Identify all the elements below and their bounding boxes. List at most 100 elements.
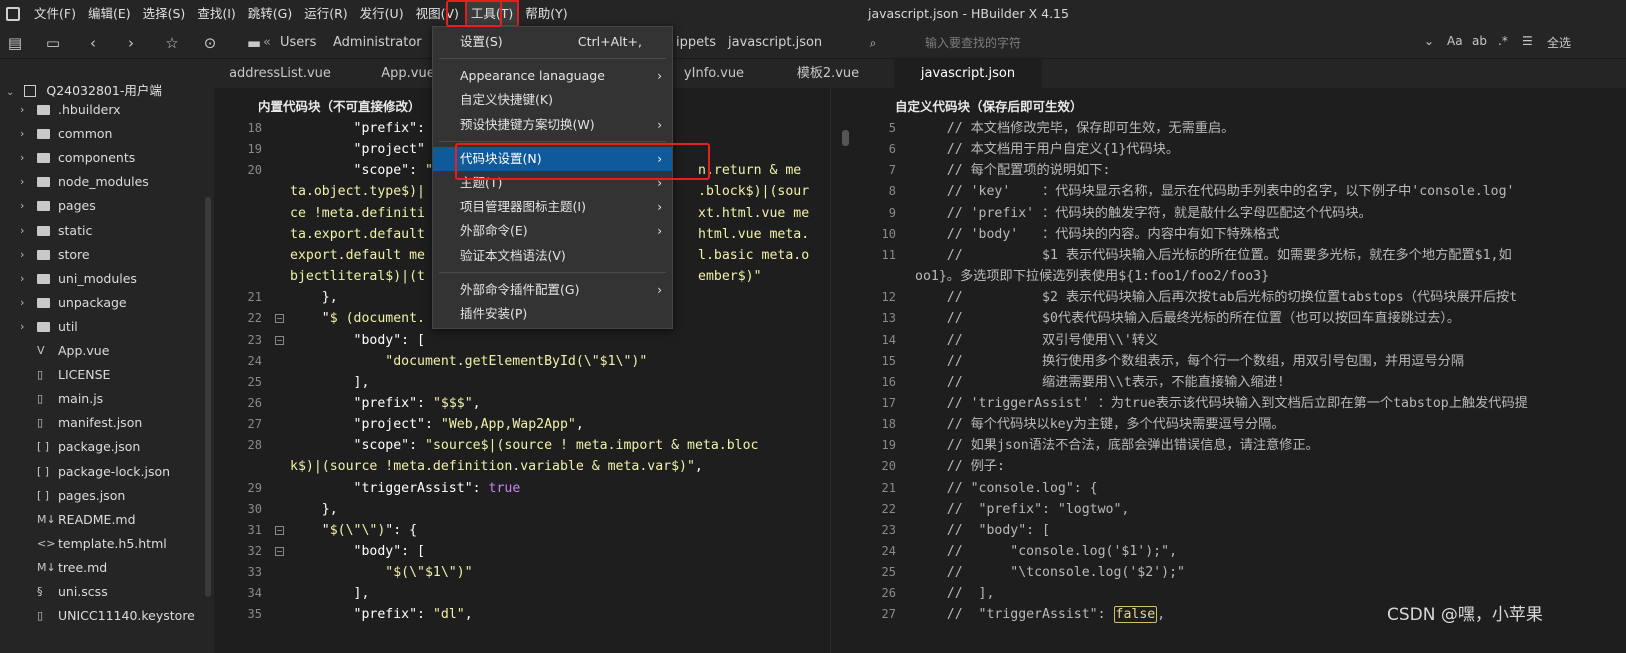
select-all-button[interactable]: 全选 xyxy=(1547,34,1571,51)
chevron-right-icon[interactable]: › xyxy=(20,219,24,243)
fold-toggle-icon[interactable]: − xyxy=(275,335,284,345)
tree-item[interactable]: V App.vue xyxy=(0,339,214,363)
project-name: Q24032801-用户端 xyxy=(46,83,162,98)
menu-3[interactable]: 查找(I) xyxy=(191,0,241,27)
tools-menu-item[interactable]: 设置(S) Ctrl+Alt+, xyxy=(433,30,672,54)
line-number: 27 xyxy=(881,607,896,622)
tree-item[interactable]: › node_modules xyxy=(0,170,214,194)
tree-item[interactable]: ▯ main.js xyxy=(0,387,214,411)
bookmark-star-icon[interactable]: ☆ xyxy=(163,34,181,52)
chevron-right-icon[interactable]: › xyxy=(20,170,24,194)
comment-text: // 'triggerAssist' ：为true表示该代码块输入到文档后立即在… xyxy=(915,395,1528,411)
regex-icon[interactable]: .* xyxy=(1498,34,1508,48)
tree-item[interactable]: › pages xyxy=(0,194,214,218)
fold-toggle-icon[interactable]: − xyxy=(275,525,284,535)
tab-javascript-json[interactable]: javascript.json xyxy=(894,59,1042,88)
breadcrumb-users[interactable]: Users xyxy=(280,35,316,50)
tools-menu-item[interactable]: 外部命令插件配置(G) › xyxy=(433,278,672,302)
whole-word-icon[interactable]: ab xyxy=(1472,34,1487,48)
code-token: $(\"\") xyxy=(329,522,386,538)
menu-1[interactable]: 编辑(E) xyxy=(82,0,137,27)
tools-menu-item[interactable]: 验证本文档语法(V) xyxy=(433,244,672,268)
annotation-box-tools xyxy=(446,0,502,27)
forward-icon[interactable]: › xyxy=(122,34,140,52)
annotation-box-snippets xyxy=(455,143,710,180)
code-token: " xyxy=(290,163,362,179)
tree-item[interactable]: M↓ README.md xyxy=(0,508,214,532)
menu-2[interactable]: 选择(S) xyxy=(137,0,192,27)
tools-menu-item[interactable]: 外部命令(E) › xyxy=(433,219,672,243)
line-number: 30 xyxy=(247,501,262,516)
tools-menu-item[interactable]: 自定义快捷键(K) xyxy=(433,88,672,112)
tree-item[interactable]: § uni.scss xyxy=(0,580,214,604)
tree-item[interactable]: [ ] package-lock.json xyxy=(0,460,214,484)
comment-line: // 如果json语法不合法，底部会弹出错误信息，请注意修正。 xyxy=(915,435,1319,456)
chevron-right-icon[interactable]: › xyxy=(20,98,24,122)
md-file-icon: M↓ xyxy=(37,560,56,574)
tree-item[interactable]: [ ] package.json xyxy=(0,435,214,459)
tree-item[interactable]: ▯ manifest.json xyxy=(0,411,214,435)
breadcrumb-file[interactable]: javascript.json xyxy=(728,35,822,50)
tree-item[interactable]: › util xyxy=(0,315,214,339)
tab-template2[interactable]: 模板2.vue xyxy=(762,59,894,88)
back-icon[interactable]: ‹ xyxy=(84,34,102,52)
new-file-icon[interactable]: ▤ xyxy=(6,34,24,52)
sidebar-scrollbar[interactable] xyxy=(205,197,211,597)
code-fragment: html.vue meta. xyxy=(698,226,810,242)
tree-item[interactable]: ▯ LICENSE xyxy=(0,363,214,387)
run-icon[interactable]: ⊙ xyxy=(201,34,219,52)
tree-item-label: UNICC11140.keystore xyxy=(58,608,195,624)
tree-item[interactable]: › uni_modules xyxy=(0,267,214,291)
menu-5[interactable]: 运行(R) xyxy=(298,0,353,27)
fold-toggle-icon[interactable]: − xyxy=(275,314,284,324)
tree-item-label: App.vue xyxy=(58,343,110,358)
save-icon[interactable]: ▭ xyxy=(44,34,62,52)
tree-item[interactable]: › common xyxy=(0,122,214,146)
code-line: "prefix": "$$$", xyxy=(290,393,481,414)
fold-toggle-icon[interactable]: − xyxy=(275,547,284,556)
tree-item[interactable]: › store xyxy=(0,243,214,267)
match-case-toggle[interactable]: Aa xyxy=(1447,34,1463,48)
chevron-right-icon[interactable]: › xyxy=(20,243,24,267)
search-input[interactable]: 输入要查找的字符 xyxy=(893,31,1493,55)
chevron-right-icon[interactable]: › xyxy=(20,194,24,218)
tree-item[interactable]: M↓ tree.md xyxy=(0,556,214,580)
left-editor-scrollbar[interactable] xyxy=(842,130,849,146)
line-number: 27 xyxy=(247,417,262,432)
menu-6[interactable]: 发行(U) xyxy=(354,0,410,27)
comment-line: // $1 表示代码块输入后光标的所在位置。如需要多光标，就在多个地方配置$1,… xyxy=(915,245,1512,266)
tree-item[interactable]: › static xyxy=(0,219,214,243)
breadcrumb-administrator[interactable]: Administrator xyxy=(333,35,422,50)
tools-menu-item[interactable]: 插件安装(P) xyxy=(433,302,672,326)
code-token: "document.getElementById(\"$1\")" xyxy=(290,353,648,369)
code-token: " xyxy=(290,121,362,136)
custom-panel-title: 自定义代码块（保存后即可生效） xyxy=(895,99,1083,114)
chevron-right-icon[interactable]: › xyxy=(20,122,24,146)
comment-line: // 缩进需要用\\t表示，不能直接输入缩进! xyxy=(915,372,1285,393)
tree-item[interactable]: › components xyxy=(0,146,214,170)
comment-line: // "console.log('$1');", xyxy=(915,541,1177,562)
tree-item[interactable]: [ ] pages.json xyxy=(0,484,214,508)
tools-menu-item[interactable]: Appearance lanaguage › xyxy=(433,64,672,88)
tab-addresslist[interactable]: addressList.vue xyxy=(214,59,346,88)
menu-0[interactable]: 文件(F) xyxy=(28,0,82,27)
tree-item[interactable]: <> template.h5.html xyxy=(0,532,214,556)
menu-9[interactable]: 帮助(Y) xyxy=(519,0,573,27)
chevron-right-icon[interactable]: › xyxy=(20,146,24,170)
breadcrumb-snippets[interactable]: ippets xyxy=(676,35,716,50)
chevron-right-icon[interactable]: › xyxy=(20,315,24,339)
chevron-down-icon[interactable]: ⌄ xyxy=(1424,34,1434,48)
tree-item[interactable]: ▯ UNICC11140.keystore xyxy=(0,604,214,628)
code-token: , xyxy=(464,607,473,623)
menu-4[interactable]: 跳转(G) xyxy=(242,0,298,27)
line-number: 8 xyxy=(888,184,896,199)
tree-item-label: unpackage xyxy=(58,294,127,310)
tree-item[interactable]: › .hbuilderx xyxy=(0,98,214,122)
list-icon[interactable]: ☰ xyxy=(1522,34,1533,48)
comment-text: // 'prefix' ：代码块的触发字符，就是敲什么字母匹配这个代码块。 xyxy=(915,205,1372,221)
chevron-right-icon[interactable]: › xyxy=(20,267,24,291)
chevron-right-icon[interactable]: › xyxy=(20,291,24,315)
tools-menu-item[interactable]: 项目管理器图标主题(I) › xyxy=(433,195,672,219)
tools-menu-item[interactable]: 预设快捷键方案切换(W) › xyxy=(433,113,672,137)
tree-item[interactable]: › unpackage xyxy=(0,291,214,315)
